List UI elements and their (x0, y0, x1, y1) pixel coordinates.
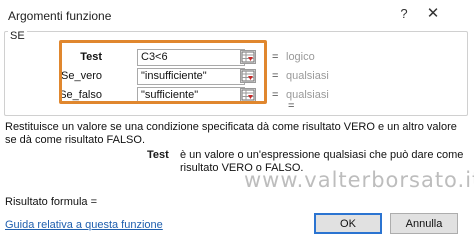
cancel-button[interactable]: Annulla (390, 213, 458, 234)
dialog-title: Argomenti funzione (8, 9, 112, 23)
equals-sign: = (272, 70, 279, 82)
test-input[interactable]: C3<6 (137, 49, 245, 66)
arg-result-test: logico (286, 51, 315, 63)
arg-label-se-falso: Se_falso (59, 89, 102, 101)
range-select-icon[interactable] (240, 69, 256, 83)
close-icon[interactable]: ✕ (421, 4, 445, 24)
param-name: Test (147, 149, 169, 161)
arg-label-test: Test (80, 51, 102, 63)
ok-button[interactable]: OK (314, 213, 382, 234)
help-link[interactable]: Guida relativa a questa funzione (5, 219, 163, 231)
title-bar: Argomenti funzione ? ✕ (0, 0, 474, 28)
arg-result-se-vero: qualsiasi (286, 70, 329, 82)
help-icon[interactable]: ? (392, 4, 416, 24)
se-vero-input[interactable]: "insufficiente" (137, 68, 245, 85)
function-name: SE (8, 30, 27, 42)
range-select-icon[interactable] (240, 50, 256, 64)
function-result-equals: = (288, 100, 295, 112)
formula-result-label: Risultato formula = (5, 196, 98, 208)
function-description: Restituisce un valore se una condizione … (5, 121, 457, 146)
arg-label-se-vero: Se_vero (61, 70, 102, 82)
equals-sign: = (272, 51, 279, 63)
range-select-icon[interactable] (240, 88, 256, 102)
watermark: www.valterborsato.it (244, 168, 474, 192)
equals-sign: = (272, 89, 279, 101)
se-falso-input[interactable]: "sufficiente" (137, 87, 245, 104)
function-arguments-dialog: Argomenti funzione ? ✕ SE Test C3<6 = lo… (0, 0, 474, 243)
